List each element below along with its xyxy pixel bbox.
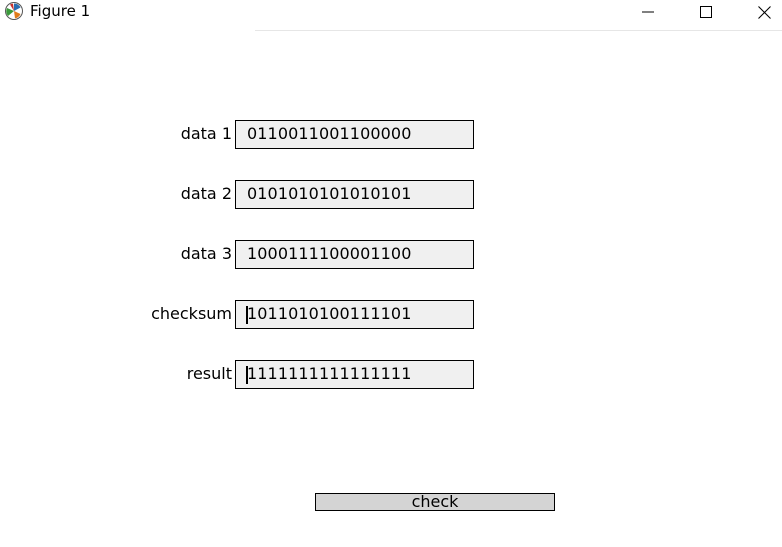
checksum-input[interactable]: 1011010100111101 [235, 300, 474, 329]
data-2-input[interactable]: 0101010101010101 [235, 180, 474, 209]
maximize-button[interactable] [683, 0, 729, 24]
result-label: result [186, 364, 232, 383]
data-1-input[interactable]: 0110011001100000 [235, 120, 474, 149]
data-3-input[interactable]: 1000111100001100 [235, 240, 474, 269]
close-button[interactable] [741, 0, 782, 24]
minimize-icon [642, 6, 654, 18]
result-value: 1111111111111111 [247, 364, 412, 383]
checksum-label: checksum [151, 304, 232, 323]
check-button-label: check [411, 492, 459, 511]
checksum-value: 1011010100111101 [247, 304, 412, 323]
titlebar-divider [255, 30, 782, 31]
data-2-label: data 2 [180, 184, 232, 203]
window-titlebar: Figure 1 [0, 0, 782, 30]
close-icon [757, 5, 771, 19]
result-input[interactable]: 1111111111111111 [235, 360, 474, 389]
data-1-value: 0110011001100000 [247, 124, 412, 143]
data-1-label: data 1 [180, 124, 232, 143]
check-button[interactable]: check [315, 493, 555, 511]
minimize-button[interactable] [625, 0, 671, 24]
data-3-value: 1000111100001100 [247, 244, 412, 263]
window-title: Figure 1 [30, 2, 91, 20]
data-2-value: 0101010101010101 [247, 184, 412, 203]
maximize-icon [700, 6, 712, 18]
data-3-label: data 3 [180, 244, 232, 263]
matplotlib-logo-icon [4, 1, 24, 21]
